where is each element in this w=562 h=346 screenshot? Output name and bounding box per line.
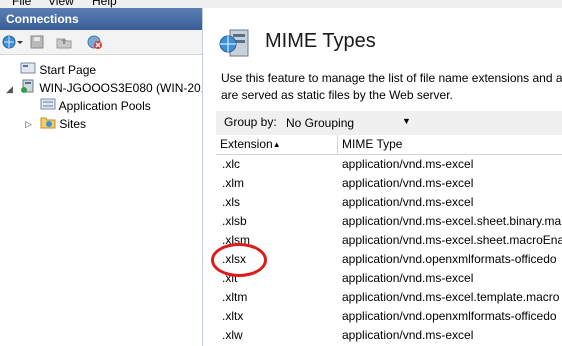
tree-item-start-page[interactable]: Start Page (20, 61, 96, 79)
menu-file[interactable]: File (12, 0, 31, 8)
menu-bar: File View Help (0, 0, 562, 8)
application-pools-icon (40, 97, 56, 116)
column-mime-type[interactable]: MIME Type (338, 135, 562, 154)
description-line-2: are served as static files by the Web se… (221, 88, 453, 102)
folder-up-icon[interactable] (55, 34, 73, 50)
column-extension[interactable]: Extension▲ (216, 135, 338, 154)
connect-globe-icon[interactable] (2, 34, 24, 50)
extension-cell: .xltx (222, 309, 244, 323)
feature-description: Use this feature to manage the list of f… (221, 70, 562, 104)
connections-pane: Connections Start Page ◢ WIN-JGOOOS3E080… (0, 8, 207, 346)
group-by-dropdown[interactable]: No Grouping ▼ (279, 112, 416, 134)
sites-expand-icon[interactable]: ▷ (25, 119, 32, 130)
sites-folder-icon (40, 115, 56, 134)
table-row[interactable]: .xlsx application/vnd.openxmlformats-offi… (216, 250, 562, 269)
table-row[interactable]: .xltm application/vnd.ms-excel.template.m… (216, 288, 562, 307)
mime-cell: application/vnd.ms-excel (342, 271, 474, 285)
column-extension-label: Extension (220, 137, 273, 151)
extension-cell: .xlsb (222, 214, 247, 228)
start-page-label: Start Page (39, 63, 97, 77)
table-row[interactable]: .xlc application/vnd.ms-excel (216, 155, 562, 174)
mime-cell: application/vnd.ms-excel (342, 195, 474, 209)
table-row[interactable]: .xls application/vnd.ms-excel (216, 193, 562, 212)
menu-view[interactable]: View (48, 0, 74, 8)
extension-cell: .xlw (222, 328, 243, 342)
mime-cell: application/vnd.ms-excel (342, 176, 474, 190)
tree-item-sites[interactable]: Sites (40, 115, 86, 133)
sites-label: Sites (59, 117, 87, 131)
table-row[interactable]: .xlsm application/vnd.ms-excel.sheet.macr… (216, 231, 562, 250)
extension-cell: .xltm (222, 290, 248, 304)
application-pools-label: Application Pools (58, 99, 151, 113)
connections-toolbar (0, 30, 202, 55)
column-mime-type-label: MIME Type (342, 137, 403, 151)
mime-cell: application/vnd.openxmlformats-officedo (342, 309, 557, 323)
menu-help[interactable]: Help (92, 0, 117, 8)
group-by-bar: Group by: No Grouping ▼ (216, 111, 562, 136)
connections-header: Connections (0, 8, 202, 30)
table-header: Extension▲ MIME Type (216, 135, 562, 155)
table-row[interactable]: .xlw application/vnd.ms-excel (216, 326, 562, 345)
mime-cell: application/vnd.ms-excel.sheet.macroEna (342, 233, 562, 247)
mime-cell: application/vnd.ms-excel.sheet.binary.ma (342, 214, 562, 228)
mime-cell: application/vnd.ms-excel (342, 157, 474, 171)
description-line-1: Use this feature to manage the list of f… (221, 71, 562, 85)
table-row[interactable]: .xltx application/vnd.openxmlformats-offi… (216, 307, 562, 326)
page-title: MIME Types (265, 30, 376, 52)
group-by-label: Group by: (224, 115, 277, 129)
save-icon[interactable] (29, 34, 45, 50)
mime-cell: application/vnd.openxmlformats-officedo (342, 252, 557, 266)
group-by-value: No Grouping (286, 116, 355, 130)
mime-table: .xlc application/vnd.ms-excel .xlm applica… (216, 155, 562, 345)
extension-cell: .xls (222, 195, 240, 209)
server-collapse-icon[interactable]: ◢ (6, 84, 13, 95)
start-page-icon (20, 61, 36, 80)
mime-types-icon (218, 26, 252, 63)
sort-ascending-icon: ▲ (272, 140, 281, 149)
dropdown-arrow-icon: ▼ (402, 116, 411, 126)
extension-cell: .xlm (222, 176, 244, 190)
server-label: WIN-JGOOOS3E080 (WIN-201 (39, 81, 208, 95)
tree-item-application-pools[interactable]: Application Pools (40, 97, 151, 115)
table-row[interactable]: .xlsb application/vnd.ms-excel.sheet.bina… (216, 212, 562, 231)
tree-item-server[interactable]: WIN-JGOOOS3E080 (WIN-201 (20, 79, 207, 97)
extension-cell: .xlc (222, 157, 240, 171)
highlight-circle-annotation (211, 243, 267, 277)
mime-cell: application/vnd.ms-excel (342, 328, 474, 342)
mime-cell: application/vnd.ms-excel.template.macro (342, 290, 560, 304)
server-icon (20, 79, 36, 98)
table-row[interactable]: .xlt application/vnd.ms-excel (216, 269, 562, 288)
disconnect-icon[interactable] (86, 34, 104, 50)
table-row[interactable]: .xlm application/vnd.ms-excel (216, 174, 562, 193)
